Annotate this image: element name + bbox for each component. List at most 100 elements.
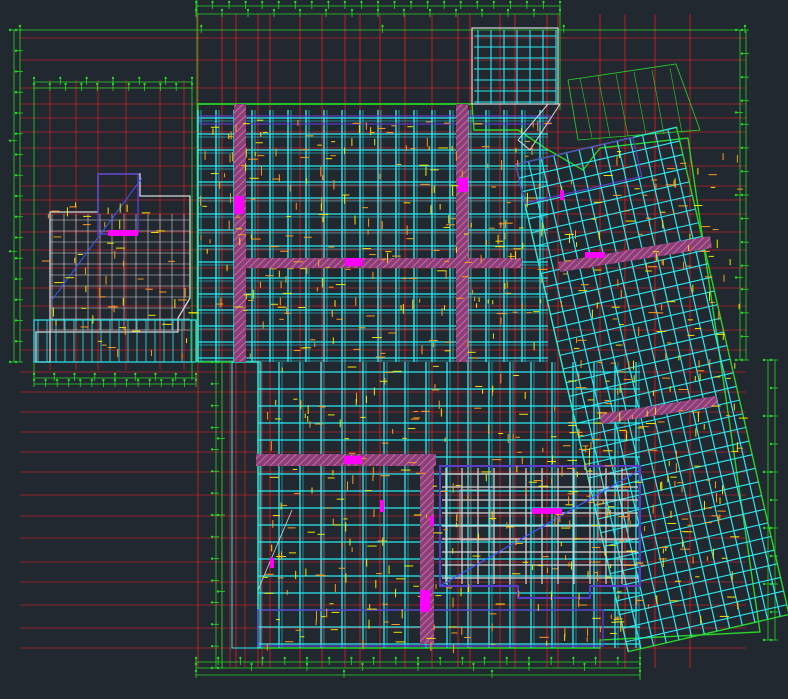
dimension-node xyxy=(506,8,510,12)
dimension-node xyxy=(305,662,309,666)
dimension-node xyxy=(343,0,347,4)
dimension-node xyxy=(210,623,214,626)
dimension-node xyxy=(542,0,545,4)
dimension-node xyxy=(183,378,186,382)
dimension-node xyxy=(558,0,562,4)
dimension-node xyxy=(439,656,442,660)
dimension-node xyxy=(32,76,36,80)
dimension-node xyxy=(527,662,531,666)
dimension-node xyxy=(210,491,214,495)
magenta-mark xyxy=(560,190,564,200)
dimension-node xyxy=(416,662,420,666)
dimension-node xyxy=(210,382,214,386)
dimension-node xyxy=(190,76,194,80)
dimension-node xyxy=(740,170,744,173)
dimension-node xyxy=(294,0,297,4)
dimension-node xyxy=(743,24,747,28)
dimension-node xyxy=(210,644,214,648)
dimension-node xyxy=(217,656,220,660)
dimension-node xyxy=(127,82,130,86)
dimension-node xyxy=(14,28,18,32)
dimension-node xyxy=(14,215,18,218)
dimension-node xyxy=(327,0,330,4)
dimension-node xyxy=(64,82,67,86)
dimension-node xyxy=(111,76,115,80)
dimension-node xyxy=(210,601,214,604)
hatch-strip-east xyxy=(600,396,718,424)
dimension-node xyxy=(14,340,18,343)
dimension-node xyxy=(210,579,214,582)
dimension-node xyxy=(734,193,738,197)
dimension-node xyxy=(769,498,773,502)
dimension-node xyxy=(550,656,553,660)
dimension-node xyxy=(298,8,302,12)
dimension-node xyxy=(14,153,18,156)
cad-drawing-canvas[interactable] xyxy=(0,0,788,699)
dimension-node xyxy=(734,111,738,114)
hatch-strip-vertical xyxy=(420,454,434,644)
dimension-node xyxy=(762,526,766,530)
dimension-node xyxy=(740,75,744,79)
dimension-node xyxy=(459,0,462,4)
dimension-node xyxy=(454,8,458,12)
dimension-node xyxy=(762,582,766,586)
dimension-node xyxy=(769,526,773,530)
dimension-node xyxy=(305,656,309,660)
dimension-node xyxy=(8,250,12,253)
dimension-node xyxy=(210,404,214,407)
hatch-strip-vertical xyxy=(234,104,246,362)
beam-horizontal xyxy=(562,331,724,370)
dimension-node xyxy=(562,24,565,28)
dimension-node xyxy=(220,8,224,12)
dimension-node xyxy=(376,8,380,12)
dimension-node xyxy=(14,298,18,301)
dimension-node xyxy=(769,554,773,558)
west-core-outline xyxy=(97,173,139,235)
dimension-node xyxy=(200,24,203,28)
dimension-node xyxy=(216,590,220,593)
dimension-node xyxy=(527,656,531,660)
dimension-node xyxy=(216,513,220,517)
dimension-node xyxy=(769,442,773,446)
dimension-node xyxy=(96,82,99,86)
dimension-node xyxy=(85,76,88,80)
dimension-node xyxy=(740,52,744,55)
dimension-node xyxy=(350,8,354,12)
dimension-node xyxy=(111,82,115,86)
dimension-node xyxy=(416,656,420,660)
canopy-rib xyxy=(579,77,593,139)
dimension-node xyxy=(505,656,508,660)
dimension-node xyxy=(583,662,586,666)
dimension-node xyxy=(476,0,479,4)
dimension-node xyxy=(734,276,738,279)
dimension-node xyxy=(14,49,18,52)
beam-horizontal xyxy=(584,426,746,466)
dimension-node xyxy=(762,414,766,418)
canopy-outline xyxy=(567,63,701,141)
dimension-node xyxy=(210,535,214,539)
dimension-node xyxy=(409,0,413,4)
dimension-node xyxy=(492,0,496,4)
dimension-node xyxy=(260,0,264,4)
dimension-node xyxy=(14,360,18,364)
dimension-node xyxy=(55,378,59,382)
dimension-node xyxy=(59,76,62,80)
magenta-highlight xyxy=(420,590,430,612)
dimension-node xyxy=(210,426,214,429)
dimension-node xyxy=(14,111,18,115)
dimension-node xyxy=(210,557,214,560)
dimension-node xyxy=(210,666,214,670)
core-room xyxy=(459,489,491,541)
dimension-node xyxy=(740,217,744,220)
dimension-node xyxy=(44,378,47,382)
dimension-node xyxy=(8,28,12,32)
dimension-node xyxy=(148,378,151,382)
dimension-node xyxy=(360,0,363,4)
dimension-node xyxy=(53,372,56,376)
structural-floor-plan[interactable] xyxy=(0,0,788,699)
dimension-node xyxy=(175,82,178,86)
beam-horizontal xyxy=(566,345,728,384)
dimension-node xyxy=(381,24,384,28)
magenta-highlight xyxy=(345,258,363,266)
dimension-node xyxy=(740,335,744,338)
